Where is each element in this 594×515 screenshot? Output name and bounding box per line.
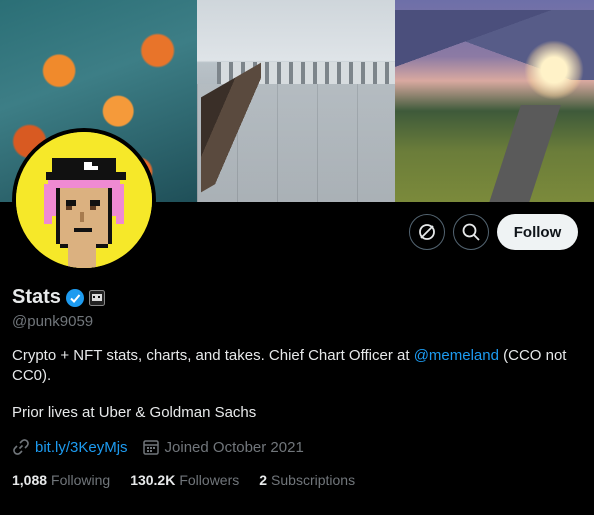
following-count: 1,088 <box>12 472 48 488</box>
bio: Crypto + NFT stats, charts, and takes. C… <box>12 346 587 386</box>
bio-text: Crypto + NFT stats, charts, and takes. C… <box>12 347 414 364</box>
display-name: Stats <box>12 286 61 308</box>
profile-meta: bit.ly/3KeyMjs Joined October 2021 <box>12 438 304 456</box>
subscriptions-stat[interactable]: 2 Subscriptions <box>259 472 355 488</box>
profile-stats: 1,088 Following 130.2K Followers 2 Subscrip… <box>12 472 355 488</box>
following-label: Following <box>51 472 111 488</box>
subscriptions-label: Subscriptions <box>271 472 356 488</box>
avatar[interactable] <box>12 128 156 272</box>
punk-avatar-icon <box>16 132 152 268</box>
link-icon <box>13 439 29 455</box>
banner-image-pier <box>197 0 395 202</box>
affiliation-badge-icon[interactable] <box>88 289 105 306</box>
followers-count: 130.2K <box>130 472 176 488</box>
user-handle: @punk9059 <box>12 313 94 330</box>
joined-date: Joined October 2021 <box>164 438 304 456</box>
circle-slash-icon <box>419 224 435 240</box>
website-link[interactable]: bit.ly/3KeyMjs <box>35 439 128 456</box>
calendar-icon <box>142 440 159 455</box>
following-stat[interactable]: 1,088 Following <box>12 472 110 488</box>
follow-button[interactable]: Follow <box>497 214 578 250</box>
name-row: Stats <box>12 286 105 309</box>
joined-item: Joined October 2021 <box>142 438 304 456</box>
more-options-button[interactable] <box>409 214 445 250</box>
memeland-mention-link[interactable]: @memeland <box>414 347 499 364</box>
followers-stat[interactable]: 130.2K Followers <box>130 472 239 488</box>
search-icon <box>462 223 480 241</box>
bio-line-2: Prior lives at Uber & Goldman Sachs <box>12 404 257 421</box>
verified-badge-icon[interactable] <box>65 288 85 308</box>
search-button[interactable] <box>453 214 489 250</box>
subscriptions-count: 2 <box>259 472 268 488</box>
banner-image-landscape <box>395 0 594 202</box>
website-item: bit.ly/3KeyMjs <box>12 438 128 456</box>
followers-label: Followers <box>179 472 240 488</box>
